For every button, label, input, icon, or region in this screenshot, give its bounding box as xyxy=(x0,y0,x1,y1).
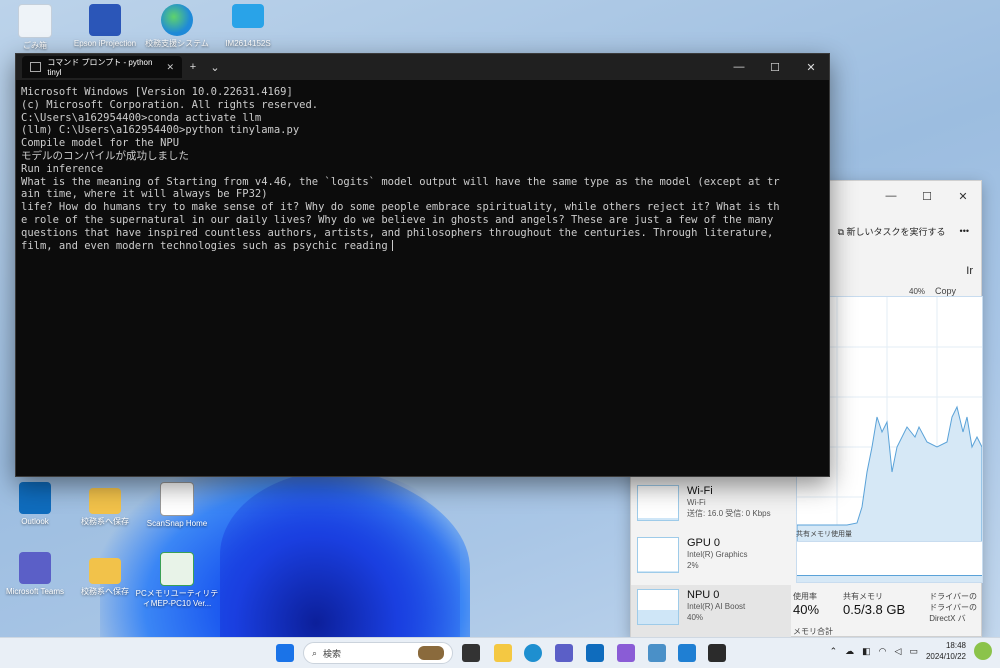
memory-utility-icon xyxy=(160,552,194,586)
task-view-icon[interactable] xyxy=(462,644,480,662)
more-options-button[interactable]: ••• xyxy=(960,226,969,236)
terminal-line: (c) Microsoft Corporation. All rights re… xyxy=(21,98,319,111)
clock[interactable]: 18:48 2024/10/22 xyxy=(926,640,966,662)
terminal-icon xyxy=(30,62,42,72)
shared-memory-fill xyxy=(797,575,982,582)
onedrive-icon[interactable]: ☁ xyxy=(845,646,854,657)
battery-icon[interactable]: ▭ xyxy=(909,646,918,657)
perf-item-npu[interactable]: NPU 0 Intel(R) AI Boost 40% xyxy=(631,585,791,637)
wifi-thumb xyxy=(637,485,679,521)
minimize-button[interactable]: — xyxy=(873,190,909,202)
new-tab-button[interactable]: + xyxy=(182,61,204,73)
terminal-line: life? How do humans try to make sense of… xyxy=(21,201,780,214)
terminal-tabbar: コマンド プロンプト - python tinyl ✕ + ⌄ — ☐ ✕ xyxy=(16,54,829,80)
minimize-button[interactable]: — xyxy=(721,61,757,74)
performance-sidebar: Wi-Fi Wi-Fi 送信: 16.0 受信: 0 Kbps GPU 0 In… xyxy=(631,481,791,637)
monitor-icon xyxy=(232,4,264,28)
task-manager-icon[interactable] xyxy=(648,644,666,662)
folder-icon xyxy=(89,488,121,514)
volume-icon[interactable]: ◁ xyxy=(895,646,902,657)
outlook-icon xyxy=(19,482,51,514)
tab-command-prompt[interactable]: コマンド プロンプト - python tinyl ✕ xyxy=(22,56,182,78)
wallpaper-bloom-inner xyxy=(220,470,460,640)
file-explorer-icon[interactable] xyxy=(494,644,512,662)
gpu-thumb xyxy=(637,537,679,573)
shared-memory-graph xyxy=(796,541,983,583)
terminal-line: Microsoft Windows [Version 10.0.22631.41… xyxy=(21,86,293,98)
outlook-icon[interactable] xyxy=(586,644,604,662)
perf-item-gpu[interactable]: GPU 0 Intel(R) Graphics 2% xyxy=(631,533,791,585)
scansnap-icon xyxy=(160,482,194,516)
terminal-line: What is the meaning of Starting from v4.… xyxy=(21,175,780,188)
maximize-button[interactable]: ☐ xyxy=(909,190,945,203)
graph-label-pct: 40% xyxy=(909,287,926,296)
terminal-line: ain time, where it will always be FP32) xyxy=(21,188,268,201)
app-tray-icon[interactable]: ◧ xyxy=(862,646,871,657)
taskbar: ⌕ 検索 ⌃ ☁ ◧ ◠ ◁ ▭ 18:48 2024/10/22 xyxy=(0,637,1000,668)
terminal-line: (llm) C:\Users\a162954400>python tinylam… xyxy=(21,124,300,137)
start-button[interactable] xyxy=(276,644,294,662)
copilot-tray-icon[interactable] xyxy=(974,642,992,660)
terminal-icon[interactable] xyxy=(708,644,726,662)
edge-icon xyxy=(161,4,193,36)
terminal-line: Run inference xyxy=(21,162,104,175)
terminal-line: film, and even modern technologies such … xyxy=(21,239,388,252)
wifi-icon[interactable]: ◠ xyxy=(879,646,887,657)
text-cursor xyxy=(391,240,393,252)
copilot-icon[interactable] xyxy=(617,644,635,662)
tab-dropdown-button[interactable]: ⌄ xyxy=(204,61,226,74)
close-button[interactable]: ✕ xyxy=(945,190,981,203)
terminal-line: モデルのコンパイルが成功しました xyxy=(21,149,189,162)
vscode-icon[interactable] xyxy=(678,644,696,662)
terminal-line: C:\Users\a162954400>conda activate llm xyxy=(21,111,262,124)
npu-thumb xyxy=(637,589,679,625)
edge-text: Ir xyxy=(966,265,973,277)
maximize-button[interactable]: ☐ xyxy=(757,61,793,74)
edge-icon[interactable] xyxy=(524,644,542,662)
epson-projection-icon xyxy=(89,4,121,36)
terminal-line: Compile model for the NPU xyxy=(21,137,180,150)
recycle-bin-icon xyxy=(18,4,52,38)
terminal-line: questions that have inspired countless a… xyxy=(21,226,774,239)
shared-memory-label: 共有メモリ使用量 xyxy=(796,531,852,538)
graph-copy-label: Copy xyxy=(935,286,957,296)
folder-icon xyxy=(89,558,121,584)
desktop-icon-pc[interactable]: IM2614152S xyxy=(205,4,291,49)
teams-icon xyxy=(19,552,51,584)
chevron-up-icon[interactable]: ⌃ xyxy=(830,646,838,657)
terminal-line: e role of the supernatural in our daily … xyxy=(21,213,774,226)
run-task-icon: ⧉ xyxy=(837,226,845,237)
tab-close-icon[interactable]: ✕ xyxy=(166,62,174,73)
system-tray: ⌃ ☁ ◧ ◠ ◁ ▭ 18:48 2024/10/22 xyxy=(830,640,992,662)
desktop-icon-memory-util[interactable]: PCメモリユーティリティMEP-PC10 Ver... xyxy=(134,552,220,609)
terminal-window: コマンド プロンプト - python tinyl ✕ + ⌄ — ☐ ✕ Mi… xyxy=(15,53,830,477)
search-icon: ⌕ xyxy=(312,647,318,658)
terminal-output[interactable]: Microsoft Windows [Version 10.0.22631.41… xyxy=(16,80,829,258)
taskbar-search[interactable]: ⌕ 検索 xyxy=(303,642,453,664)
desktop-icon-scansnap[interactable]: ScanSnap Home xyxy=(134,482,220,529)
npu-stats: 使用率 40% 共有メモリ 0.5/3.8 GB ドライバーの ドライバーの D… xyxy=(793,592,978,636)
search-highlight-icon xyxy=(418,646,444,660)
run-task-button[interactable]: ⧉ 新しいタスクを実行する xyxy=(838,225,946,238)
close-button[interactable]: ✕ xyxy=(793,61,829,74)
teams-icon[interactable] xyxy=(555,644,573,662)
perf-item-wifi[interactable]: Wi-Fi Wi-Fi 送信: 16.0 受信: 0 Kbps xyxy=(631,481,791,533)
